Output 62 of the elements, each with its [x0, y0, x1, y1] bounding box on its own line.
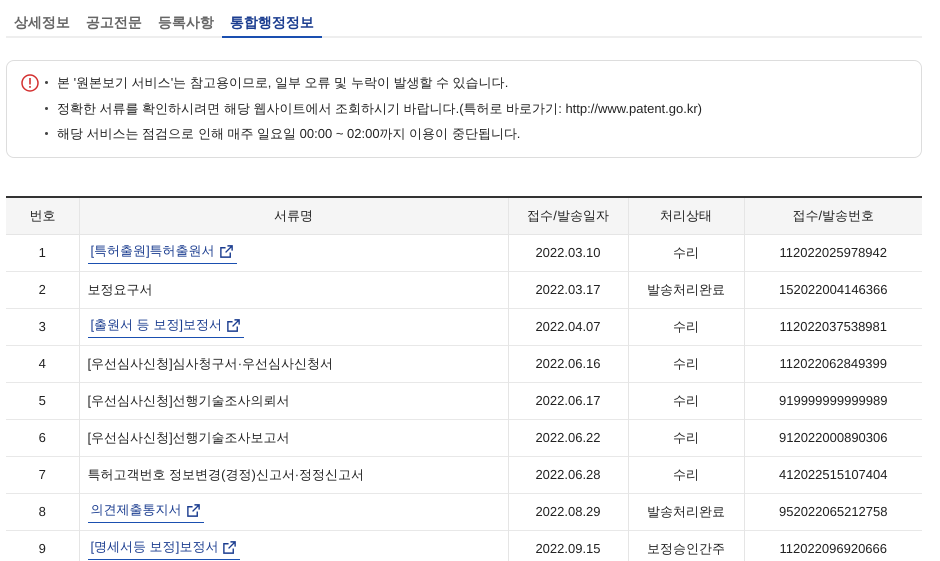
table-cell: 수리: [628, 234, 744, 271]
table-cell: 8: [6, 493, 79, 530]
external-link-icon: [218, 244, 234, 258]
column-header: 번호: [6, 197, 79, 234]
table-cell: 112022025978942: [744, 234, 922, 271]
table-cell: 412022515107404: [744, 456, 922, 493]
table-cell: 보정승인간주: [628, 530, 744, 561]
external-link-icon: [226, 318, 241, 332]
external-link-icon: [222, 540, 238, 554]
table-cell: 2022.09.15: [508, 530, 628, 561]
notice-text: 본 '원본보기 서비스'는 참고용이므로, 일부 오류 및 누락이 발생할 수 있습니다.: [43, 73, 508, 92]
table-cell: 수리: [628, 382, 744, 419]
table-cell: 952022065212758: [744, 493, 922, 530]
table-cell: 수리: [628, 308, 744, 345]
table-cell: 2022.06.28: [508, 456, 628, 493]
table-cell: [우선심사신청]선행기술조사의뢰서: [88, 392, 290, 408]
table-cell: 9: [6, 530, 79, 561]
table-cell: 112022062849399: [744, 345, 922, 382]
tab[interactable]: 등록사항: [150, 0, 222, 38]
table-cell: 2022.08.29: [508, 493, 628, 530]
document-link[interactable]: [출원서 등 보정]보정서: [88, 315, 244, 338]
tab[interactable]: 상세정보: [6, 0, 78, 38]
column-header: 서류명: [79, 197, 508, 234]
document-link[interactable]: [명세서등 보정]보정서: [88, 537, 240, 560]
table-cell: 112022037538981: [744, 308, 922, 345]
column-header: 접수/발송일자: [508, 197, 628, 234]
table-cell: 3: [6, 308, 79, 345]
table-cell: 특허고객번호 정보변경(경정)신고서·정정신고서: [88, 466, 364, 482]
warning-icon: [21, 74, 39, 92]
table-cell: 2022.04.07: [508, 308, 628, 345]
tab[interactable]: 공고전문: [78, 0, 150, 38]
table-cell: 발송처리완료: [628, 271, 744, 308]
notice-text: 해당 서비스는 점검으로 인해 매주 일요일 00:00 ~ 02:00까지 이용이 중단됩니다.: [43, 124, 520, 144]
table-cell: 5: [6, 382, 79, 419]
table-cell: 1: [6, 234, 79, 271]
table-cell: 2022.03.17: [508, 271, 628, 308]
table-cell: 수리: [628, 419, 744, 456]
notice-text: 정확한 서류를 확인하시려면 해당 웹사이트에서 조회하시기 바랍니다.(특허로 바로가기: http://www.patent.go.kr): [43, 98, 702, 118]
tab[interactable]: 통합행정정보: [222, 0, 322, 38]
table-cell: 112022096920666: [744, 530, 922, 561]
table-cell: 919999999999989: [744, 382, 922, 419]
table-cell: 수리: [628, 345, 744, 382]
table-cell: 912022000890306: [744, 419, 922, 456]
table-cell: 2022.06.17: [508, 382, 628, 419]
table-cell: 보정요구서: [88, 282, 152, 297]
table-cell: 2022.06.16: [508, 345, 628, 382]
table-cell: 2022.06.22: [508, 419, 628, 456]
table-cell: 152022004146366: [744, 271, 922, 308]
document-link[interactable]: [특허출원]특허출원서: [88, 241, 237, 264]
table-cell: 7: [6, 456, 79, 493]
table-cell: [우선심사신청]심사청구서·우선심사신청서: [88, 356, 334, 371]
table-cell: [우선심사신청]선행기술조사보고서: [88, 430, 290, 445]
column-header: 처리상태: [628, 197, 744, 234]
table-cell: 수리: [628, 456, 744, 493]
table-cell: 4: [6, 345, 79, 382]
column-header: 접수/발송번호: [744, 197, 922, 234]
table-cell: 발송처리완료: [628, 493, 744, 530]
table-cell: 2: [6, 271, 79, 308]
external-link-icon: [186, 502, 200, 518]
document-link[interactable]: 의견제출통지서: [88, 500, 204, 523]
table-cell: 2022.03.10: [508, 234, 628, 271]
table-cell: 6: [6, 419, 79, 456]
